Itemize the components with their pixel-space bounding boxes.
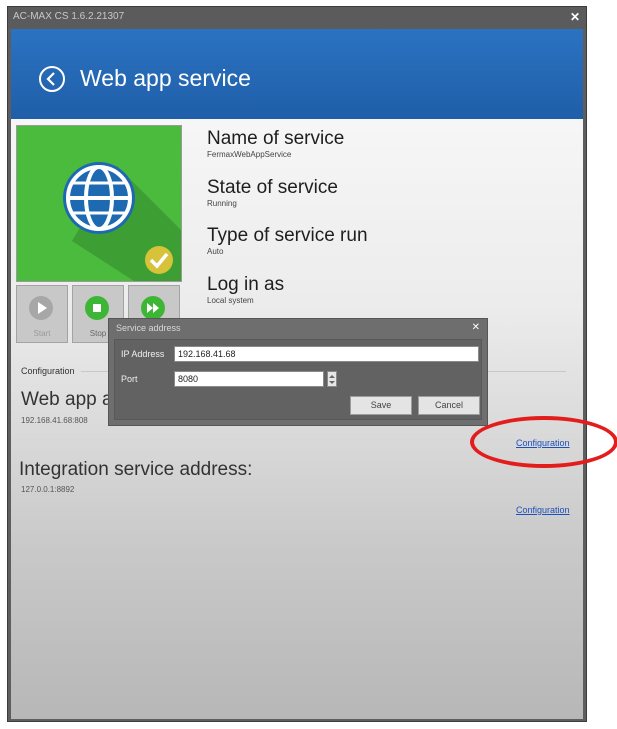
service-name-label: Name of service <box>207 128 345 149</box>
play-icon <box>29 296 53 320</box>
service-run-label: Type of service run <box>207 225 368 246</box>
web-app-address-value: 192.168.41.68:808 <box>21 416 88 425</box>
window-close-button[interactable]: ✕ <box>570 10 580 24</box>
configuration-section-label: Configuration <box>21 366 75 376</box>
service-login-value: Local system <box>207 296 254 305</box>
integration-address-value: 127.0.0.1:8892 <box>21 485 75 494</box>
save-button[interactable]: Save <box>350 396 412 415</box>
start-button[interactable]: Start <box>16 285 68 343</box>
service-tile <box>16 125 182 282</box>
service-run-block: Type of service run Auto <box>207 225 368 256</box>
service-address-dialog: Service address ✕ IP Address Port Save C… <box>108 318 488 426</box>
ip-address-input[interactable] <box>174 346 479 362</box>
service-name-block: Name of service FermaxWebAppService <box>207 128 344 159</box>
port-spinner[interactable] <box>327 371 337 387</box>
stop-icon <box>85 296 109 320</box>
page-header: Web app service <box>11 29 583 119</box>
start-label: Start <box>33 329 51 338</box>
port-input[interactable] <box>174 371 324 387</box>
back-arrow-icon[interactable] <box>38 65 66 93</box>
dialog-title: Service address <box>116 323 181 333</box>
page-title: Web app service <box>80 65 251 91</box>
service-name-value: FermaxWebAppService <box>207 150 292 159</box>
service-state-value: Running <box>207 199 237 208</box>
ip-address-label: IP Address <box>121 349 165 359</box>
integration-address-label: Integration service address: <box>19 459 253 480</box>
web-app-address-label: Web app a <box>21 389 113 410</box>
fast-forward-icon <box>141 296 165 320</box>
integration-config-link[interactable]: Configuration <box>516 505 570 515</box>
service-state-label: State of service <box>207 177 338 198</box>
dialog-body: IP Address Port Save Cancel <box>114 339 482 420</box>
cancel-button[interactable]: Cancel <box>418 396 480 415</box>
service-login-label: Log in as <box>207 274 285 295</box>
service-run-value: Auto <box>207 247 224 256</box>
title-bar: AC-MAX CS 1.6.2.21307 ✕ <box>8 7 586 29</box>
window-title: AC-MAX CS 1.6.2.21307 <box>13 11 125 22</box>
dialog-close-button[interactable]: ✕ <box>472 322 480 333</box>
port-label: Port <box>121 374 138 384</box>
service-login-block: Log in as Local system <box>207 274 284 305</box>
service-state-block: State of service Running <box>207 177 338 208</box>
highlight-ellipse <box>470 416 617 468</box>
globe-icon <box>63 162 181 281</box>
